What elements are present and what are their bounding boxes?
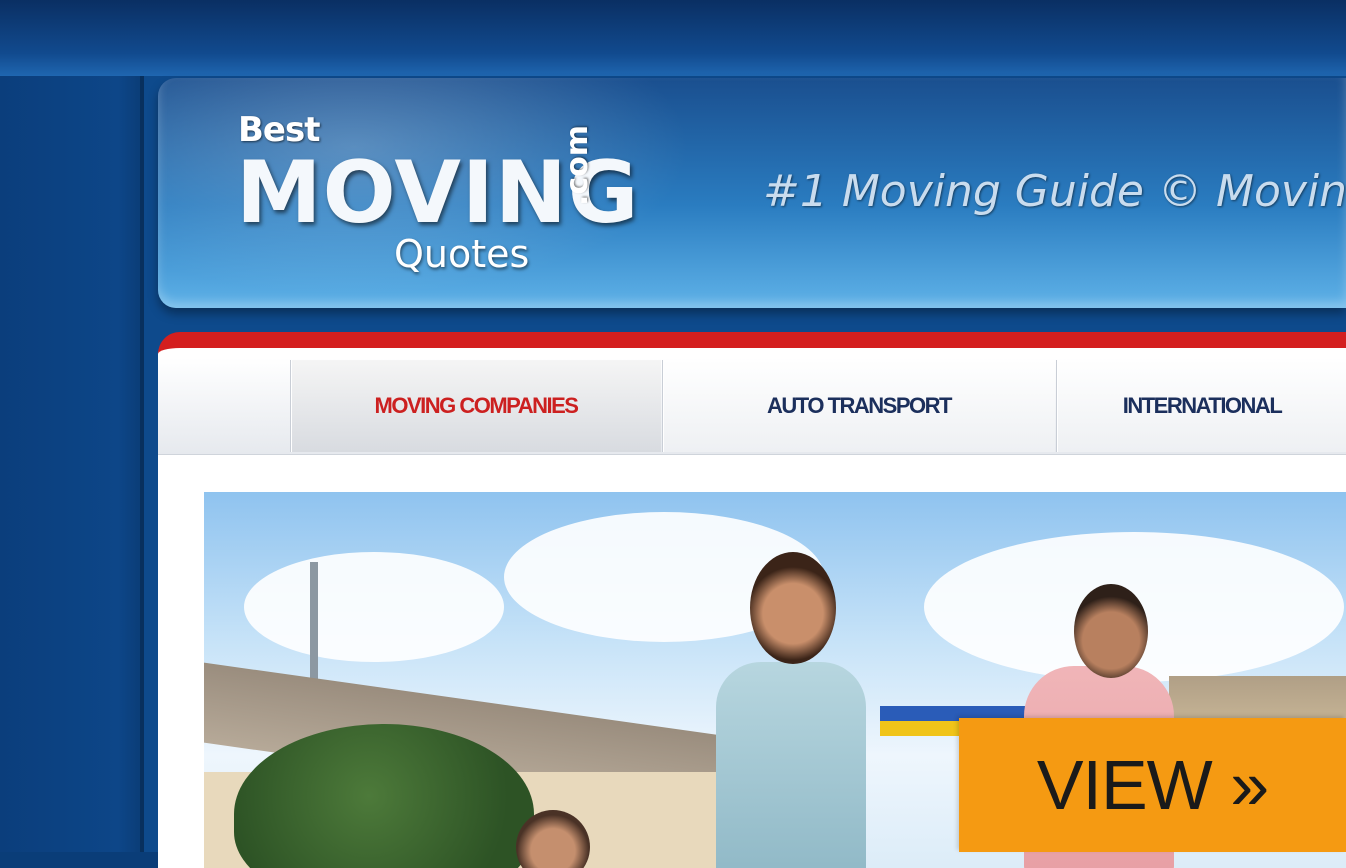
view-button-label: VIEW » [1036,746,1269,824]
left-background-column [0,76,148,852]
tab-label: MOVING COMPANIES [374,393,579,418]
tab-auto-transport[interactable]: AUTO TRANSPORT [662,360,1055,452]
woman-figure [716,662,866,868]
site-tagline: #1 Moving Guide © Moving [763,166,1346,217]
tab-international[interactable]: INTERNATIONAL [1056,360,1346,452]
view-button[interactable]: VIEW » [959,718,1346,852]
logo-word-quotes: Quotes [394,232,530,276]
site-logo[interactable]: Best MOVING Quotes .com [236,106,639,286]
top-banner [0,0,1346,78]
main-navigation: MOVING COMPANIES AUTO TRANSPORT INTERNAT… [158,358,1346,455]
tab-moving-companies[interactable]: MOVING COMPANIES [290,360,661,452]
man-head [1074,584,1148,678]
tab-label: INTERNATIONAL [1122,393,1283,418]
tab-label: AUTO TRANSPORT [767,393,952,418]
logo-suffix-com: .com [560,124,595,206]
cloud [244,552,504,662]
site-header: Best MOVING Quotes .com #1 Moving Guide … [158,78,1346,308]
woman-head [750,552,836,664]
